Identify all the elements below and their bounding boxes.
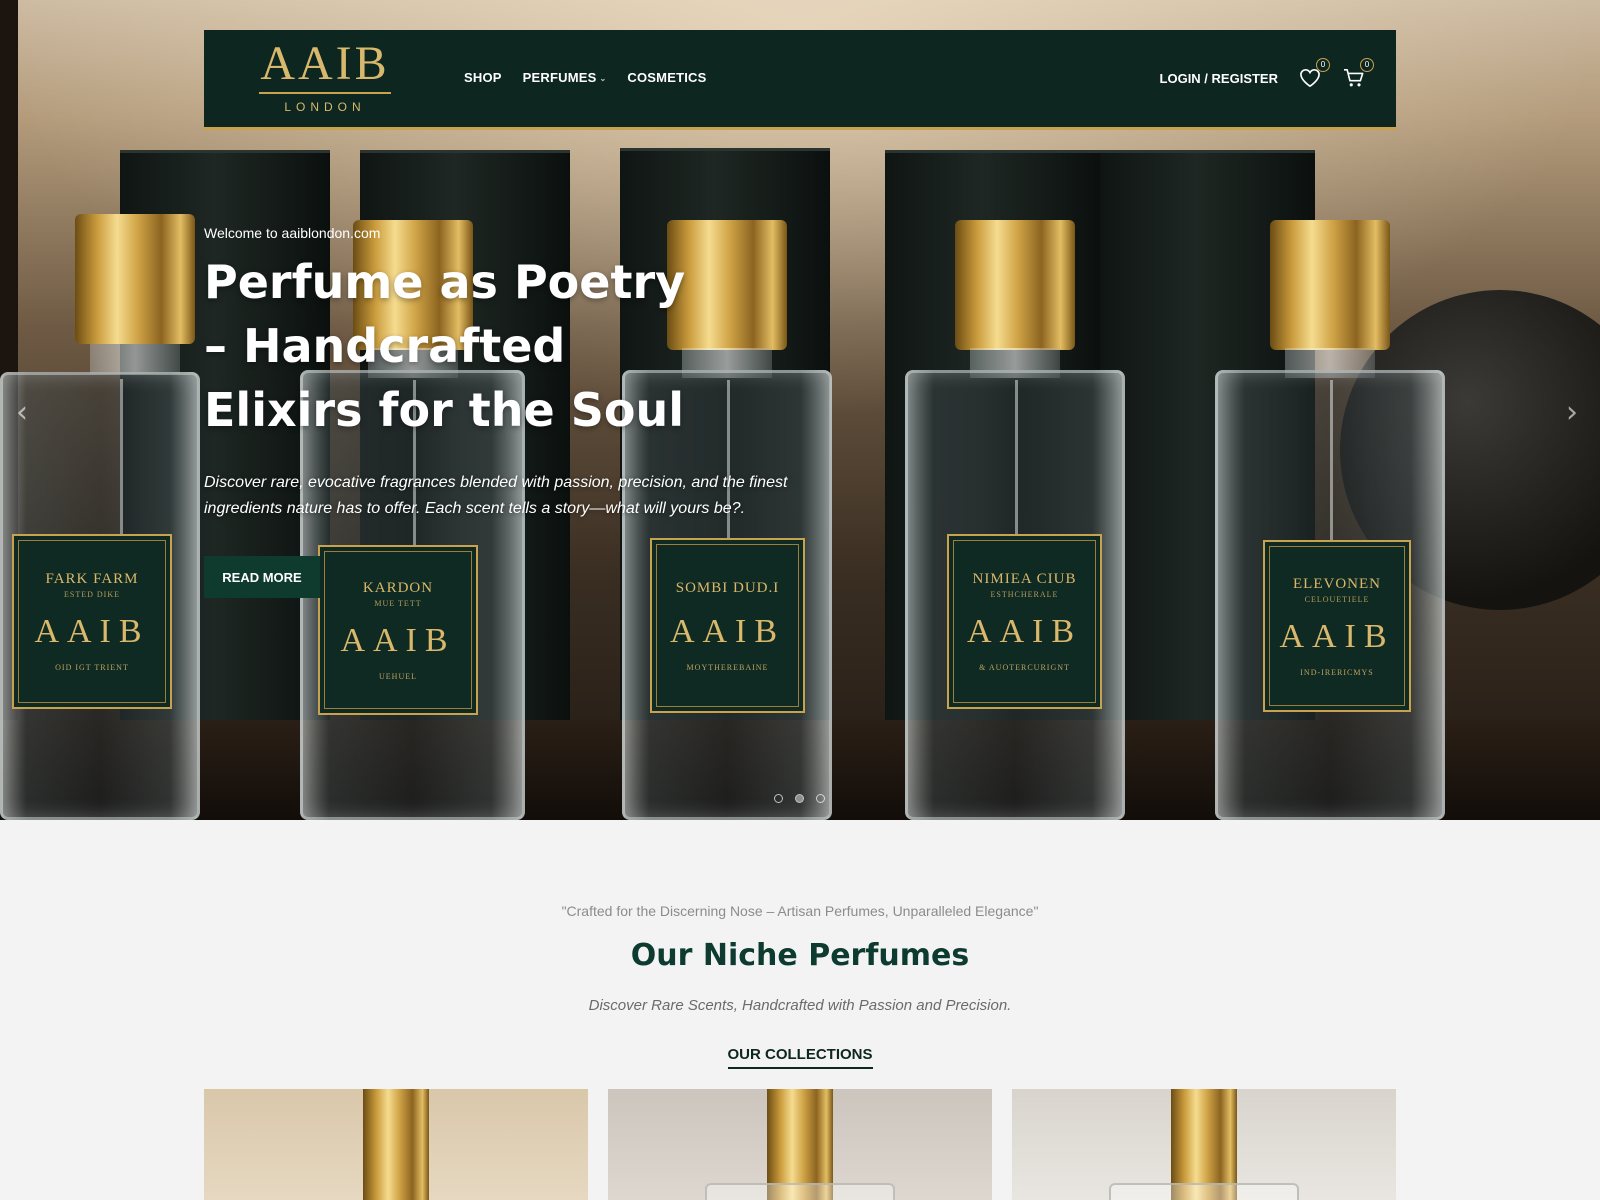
hero-title: Perfume as Poetry – Handcrafted Elixirs … xyxy=(204,255,686,437)
chevron-down-icon: ⌄ xyxy=(599,73,607,83)
bottle-label: FARK FARM ESTED DIKE AAIB OID IGT TRIENT xyxy=(12,534,172,709)
perfume-bottle: NIMIEA CIUB ESTHCHERALE AAIB & AUOTERCUR… xyxy=(905,220,1125,820)
wishlist-button[interactable]: 0 xyxy=(1298,58,1330,90)
bottle-label: SOMBI DUD.I AAIB MOYTHEREBAINE xyxy=(650,538,805,713)
section-subtitle: Discover Rare Scents, Handcrafted with P… xyxy=(588,997,1012,1014)
slider-dot[interactable] xyxy=(816,794,825,803)
nav-label: COSMETICS xyxy=(627,70,707,85)
bottle-label: KARDON MUE TETT AAIB UEHUEL xyxy=(318,545,478,715)
tab-our-collections[interactable]: OUR COLLECTIONS xyxy=(727,1046,873,1069)
collection-card[interactable] xyxy=(1012,1089,1396,1200)
perfume-bottle: ELEVONEN CELOUETIELE AAIB IND-IRERICMYS xyxy=(1215,220,1445,820)
chevron-right-icon[interactable]: › xyxy=(1566,395,1578,430)
logo-divider xyxy=(259,92,391,94)
collection-card[interactable] xyxy=(608,1089,992,1200)
site-header: AAIB LONDON SHOP PERFUMES ⌄ COSMETICS LOG… xyxy=(204,30,1396,130)
product-image-glass xyxy=(1109,1183,1299,1200)
slider-dot[interactable] xyxy=(774,794,783,803)
bottle-label: ELEVONEN CELOUETIELE AAIB IND-IRERICMYS xyxy=(1263,540,1411,712)
nav-item-cosmetics[interactable]: COSMETICS xyxy=(627,70,706,85)
chevron-left-icon[interactable]: ‹ xyxy=(16,395,28,430)
perfume-bottle: FARK FARM ESTED DIKE AAIB OID IGT TRIENT xyxy=(0,214,200,820)
nav-label: PERFUMES xyxy=(522,70,597,85)
cart-count-badge: 0 xyxy=(1360,58,1374,72)
logo-subtitle: LONDON xyxy=(284,100,366,114)
nav-item-perfumes[interactable]: PERFUMES ⌄ xyxy=(523,70,607,85)
cart-button[interactable]: 0 xyxy=(1342,58,1374,90)
hero-description: Discover rare, evocative fragrances blen… xyxy=(204,474,788,517)
hero-welcome-text: Welcome to aaiblondon.com xyxy=(204,225,381,241)
site-logo[interactable]: AAIB LONDON xyxy=(259,38,391,114)
collections-tab-wrap: OUR COLLECTIONS xyxy=(0,1046,1600,1069)
header-actions: LOGIN / REGISTER 0 0 xyxy=(1160,58,1374,90)
nav-label: SHOP xyxy=(464,70,502,85)
slider-dot[interactable] xyxy=(795,794,804,803)
collection-card[interactable] xyxy=(204,1089,588,1200)
section-quote: "Crafted for the Discerning Nose – Artis… xyxy=(561,903,1039,919)
main-nav: SHOP PERFUMES ⌄ COSMETICS xyxy=(464,70,707,85)
product-image-glass xyxy=(705,1183,895,1200)
nav-item-shop[interactable]: SHOP xyxy=(464,70,502,85)
product-image-cap xyxy=(363,1089,429,1200)
logo-wordmark: AAIB xyxy=(260,37,390,90)
cart-icon xyxy=(1344,69,1364,87)
niche-perfumes-section: "Crafted for the Discerning Nose – Artis… xyxy=(0,820,1600,1200)
section-title: Our Niche Perfumes xyxy=(630,938,970,973)
bottle-label: NIMIEA CIUB ESTHCHERALE AAIB & AUOTERCUR… xyxy=(947,534,1102,709)
read-more-button[interactable]: READ MORE xyxy=(204,556,320,598)
wishlist-count-badge: 0 xyxy=(1316,58,1330,72)
slider-pagination xyxy=(774,794,825,803)
heart-icon xyxy=(1300,68,1320,88)
login-register-link[interactable]: LOGIN / REGISTER xyxy=(1160,71,1278,86)
